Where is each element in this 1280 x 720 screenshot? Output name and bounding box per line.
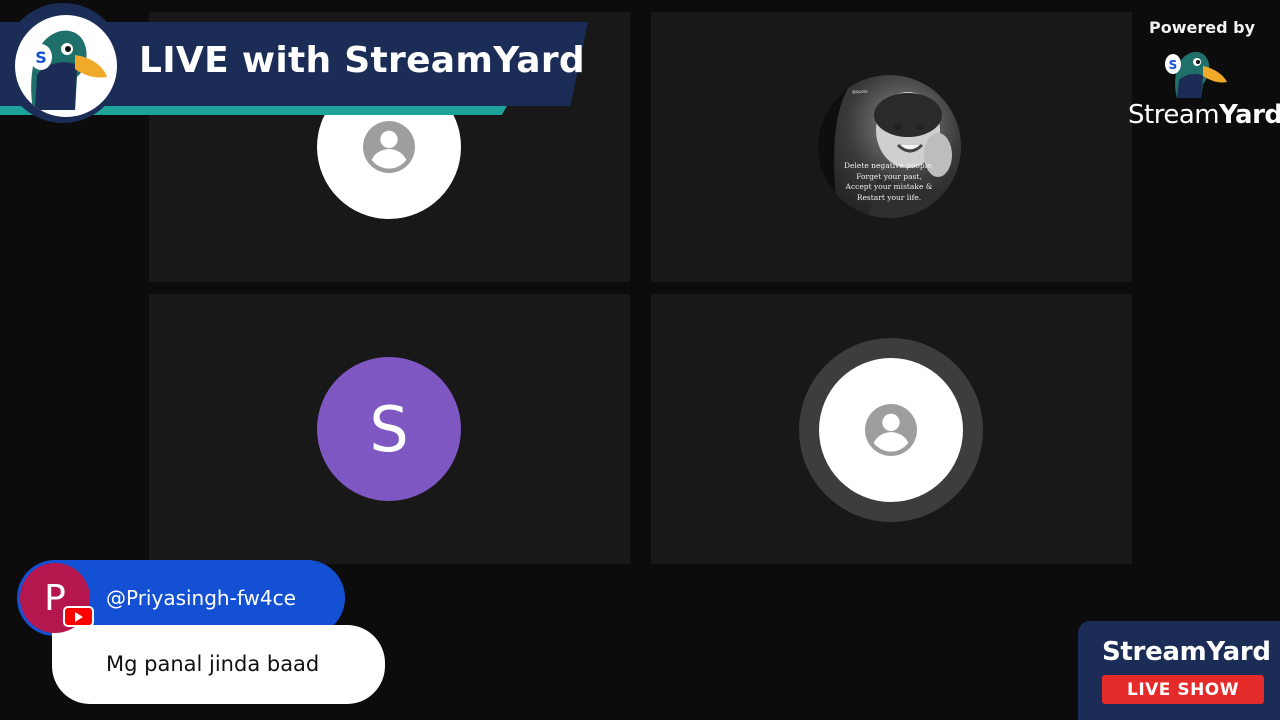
live-show-panel <box>1078 621 1280 720</box>
caption-line-2: Forget your past, <box>856 171 922 181</box>
participant-photo-avatar: @quote Delete negative people, Forget yo… <box>818 75 961 218</box>
svg-text:S: S <box>35 48 47 67</box>
participant-avatar-4 <box>819 358 963 502</box>
powered-by-label: Powered by <box>1149 18 1255 37</box>
streamyard-wordmark: StreamYard <box>1128 100 1280 130</box>
live-show-badge: LIVE SHOW <box>1102 675 1264 704</box>
live-show-brand: StreamYard <box>1102 637 1271 667</box>
wordmark-regular: Stream <box>1128 100 1220 130</box>
person-icon <box>363 121 415 173</box>
photo-caption: Delete negative people, Forget your past… <box>824 161 954 203</box>
caption-line-1: Delete negative people, <box>844 161 934 170</box>
caption-line-3: Accept your mistake & <box>845 182 933 191</box>
wordmark-bold: Yard <box>1219 100 1280 130</box>
avatar-initial: S <box>369 392 409 466</box>
duck-logo-icon: S <box>15 15 117 117</box>
photo-watermark: @quote <box>852 89 868 94</box>
svg-text:S: S <box>1169 58 1178 72</box>
comment-message: Mg panal jinda baad <box>106 652 320 676</box>
banner-title: LIVE with StreamYard <box>139 40 585 81</box>
streamyard-duck-icon: S <box>1165 51 1227 98</box>
participant-avatar-initial: S <box>317 357 461 501</box>
comment-handle: @Priyasingh-fw4ce <box>106 586 296 610</box>
banner-logo: S <box>3 3 123 123</box>
person-icon <box>865 404 917 456</box>
caption-line-4: Restart your life. <box>856 192 922 202</box>
youtube-icon <box>63 606 94 627</box>
live-show-label: LIVE SHOW <box>1126 679 1240 700</box>
